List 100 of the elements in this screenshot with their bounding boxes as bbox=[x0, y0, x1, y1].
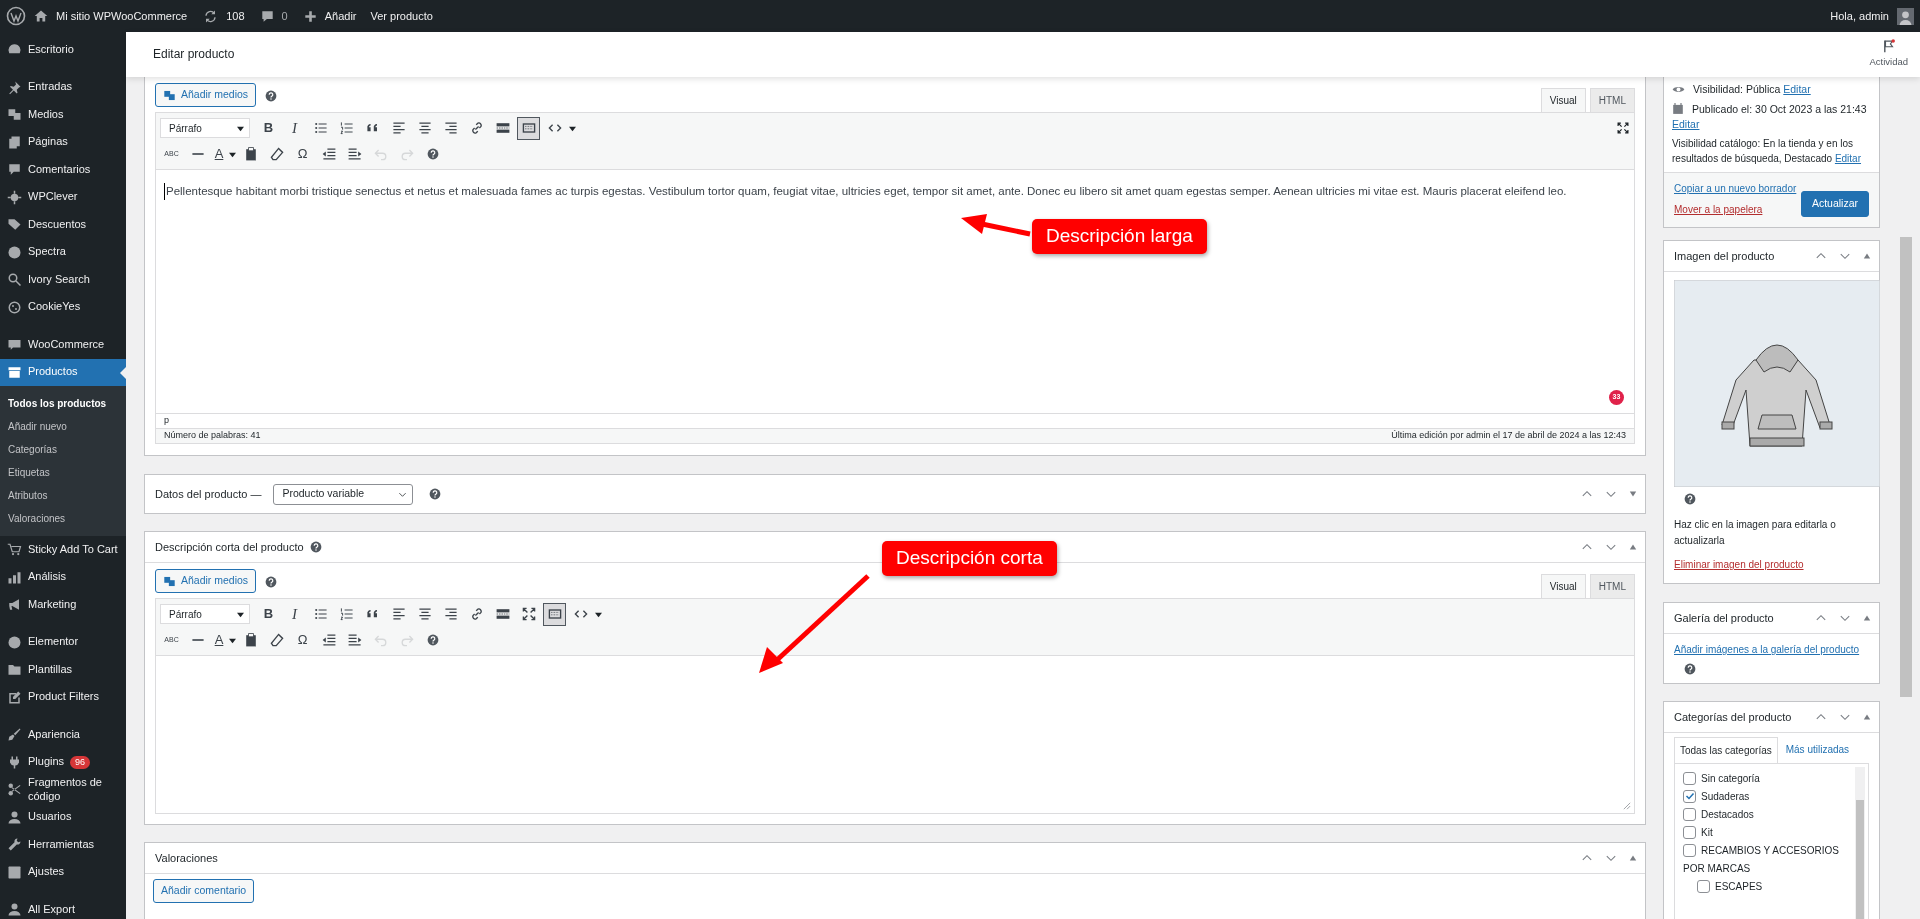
help-icon[interactable] bbox=[1684, 663, 1696, 675]
new-menu-link[interactable]: Añadir bbox=[324, 7, 357, 25]
sidebar-item[interactable]: Análisis bbox=[0, 563, 126, 591]
scrollbar-thumb[interactable] bbox=[1856, 800, 1864, 919]
sidebar-item[interactable]: Páginas bbox=[0, 128, 126, 156]
text-color-button[interactable]: A bbox=[212, 628, 226, 652]
checkbox[interactable] bbox=[1697, 879, 1710, 893]
sidebar-item[interactable]: Medios bbox=[0, 101, 126, 129]
sidebar-item[interactable]: Descuentos bbox=[0, 211, 126, 239]
sidebar-item[interactable]: WooCommerce bbox=[0, 331, 126, 359]
sidebar-item[interactable]: Ajustes bbox=[0, 858, 126, 886]
caret-icon[interactable] bbox=[229, 150, 236, 158]
list-scrollbar[interactable] bbox=[1855, 767, 1865, 919]
editor-tab[interactable]: HTML bbox=[1589, 574, 1635, 598]
read-more-icon[interactable] bbox=[494, 606, 511, 622]
scrollbar-thumb[interactable] bbox=[1900, 237, 1912, 697]
copy-draft-link[interactable]: Copiar a un nuevo borrador bbox=[1674, 181, 1797, 196]
keyboard-icon[interactable] bbox=[546, 606, 563, 622]
align-center-icon[interactable] bbox=[416, 120, 433, 136]
sidebar-item[interactable]: Plantillas bbox=[0, 656, 126, 684]
collapse-triangle-icon[interactable] bbox=[1863, 614, 1871, 622]
help-icon[interactable] bbox=[1684, 493, 1696, 505]
checkbox[interactable] bbox=[1683, 771, 1696, 785]
submenu-item[interactable]: Categorías bbox=[0, 438, 126, 461]
sidebar-item[interactable]: All Export bbox=[0, 896, 126, 919]
edit-link[interactable]: Editar bbox=[1783, 82, 1811, 95]
wordpress-logo-icon[interactable] bbox=[6, 6, 26, 26]
bullet-list-icon[interactable] bbox=[312, 606, 329, 622]
sidebar-item[interactable]: Ivory Search bbox=[0, 266, 126, 294]
align-left-icon[interactable] bbox=[390, 120, 407, 136]
read-more-icon[interactable] bbox=[494, 120, 511, 136]
plus-icon[interactable] bbox=[303, 9, 317, 23]
caret-icon[interactable] bbox=[569, 124, 576, 132]
collapse-triangle-icon[interactable] bbox=[1863, 713, 1871, 721]
resize-handle-icon[interactable] bbox=[1623, 802, 1631, 810]
fullscreen-icon[interactable] bbox=[1616, 121, 1630, 135]
eraser-icon[interactable] bbox=[268, 146, 285, 162]
updates-count[interactable]: 108 bbox=[226, 7, 245, 25]
sidebar-item[interactable]: Product Filters bbox=[0, 683, 126, 711]
special-character-button[interactable]: Ω bbox=[291, 142, 314, 166]
checkbox[interactable] bbox=[1683, 825, 1696, 839]
expand-triangle-icon[interactable] bbox=[1629, 490, 1637, 498]
italic-button[interactable]: I bbox=[283, 116, 306, 140]
editor-tab[interactable]: Visual bbox=[1540, 574, 1586, 598]
home-icon[interactable] bbox=[34, 9, 48, 23]
help-icon[interactable] bbox=[426, 148, 439, 160]
sidebar-item[interactable]: Plugins 96 bbox=[0, 748, 126, 776]
editor-tab[interactable]: HTML bbox=[1589, 88, 1635, 112]
submenu-item[interactable]: Todos los productos bbox=[0, 392, 126, 415]
greeting-link[interactable]: Hola, admin bbox=[1830, 7, 1889, 25]
category-tab[interactable]: Más utilizadas bbox=[1777, 737, 1858, 763]
outdent-icon[interactable] bbox=[320, 146, 337, 162]
align-right-icon[interactable] bbox=[442, 606, 459, 622]
sidebar-item[interactable]: Usuarios bbox=[0, 803, 126, 831]
collapse-triangle-icon[interactable] bbox=[1863, 252, 1871, 260]
keyboard-icon[interactable] bbox=[520, 120, 537, 136]
bold-button[interactable]: B bbox=[257, 602, 280, 626]
bullet-list-icon[interactable] bbox=[312, 120, 329, 136]
checkbox[interactable] bbox=[1683, 807, 1696, 821]
submenu-item[interactable]: Añadir nuevo bbox=[0, 415, 126, 438]
numbered-list-icon[interactable] bbox=[338, 606, 355, 622]
collapse-triangle-icon[interactable] bbox=[1629, 854, 1637, 862]
help-icon[interactable] bbox=[265, 90, 278, 102]
trash-link[interactable]: Mover a la papelera bbox=[1674, 202, 1797, 217]
edit-link[interactable]: Editar bbox=[1834, 153, 1861, 164]
add-media-button[interactable]: Añadir medios bbox=[155, 569, 257, 593]
update-button[interactable]: Actualizar bbox=[1800, 191, 1869, 217]
indent-icon[interactable] bbox=[346, 146, 363, 162]
refresh-icon[interactable] bbox=[203, 8, 219, 24]
view-product-link[interactable]: Ver producto bbox=[370, 7, 433, 25]
add-media-button[interactable]: Añadir medios bbox=[155, 83, 257, 107]
caret-icon[interactable] bbox=[237, 124, 244, 132]
collapse-triangle-icon[interactable] bbox=[1629, 543, 1637, 551]
align-left-icon[interactable] bbox=[390, 606, 407, 622]
special-character-button[interactable]: Ω bbox=[291, 628, 314, 652]
sidebar-item[interactable]: Elementor bbox=[0, 628, 126, 656]
sidebar-item[interactable]: Comentarios bbox=[0, 156, 126, 184]
help-icon[interactable] bbox=[309, 541, 322, 553]
comment-icon[interactable] bbox=[260, 9, 274, 23]
format-dropdown[interactable]: Párrafo bbox=[160, 118, 250, 138]
comments-count[interactable]: 0 bbox=[281, 7, 288, 25]
sidebar-item[interactable]: Escritorio bbox=[0, 36, 126, 64]
remove-image-link[interactable]: Eliminar imagen del producto bbox=[1674, 559, 1804, 570]
align-center-icon[interactable] bbox=[416, 606, 433, 622]
sidebar-item[interactable]: Entradas bbox=[0, 73, 126, 101]
avatar-icon[interactable] bbox=[1897, 7, 1914, 25]
caret-icon[interactable] bbox=[595, 610, 602, 618]
indent-icon[interactable] bbox=[346, 632, 363, 648]
italic-button[interactable]: I bbox=[283, 602, 306, 626]
site-name-link[interactable]: Mi sitio WPWooCommerce bbox=[56, 7, 188, 25]
help-icon[interactable] bbox=[265, 576, 278, 588]
submenu-item[interactable]: Atributos bbox=[0, 484, 126, 507]
sidebar-item[interactable]: Apariencia bbox=[0, 721, 126, 749]
help-icon[interactable] bbox=[429, 488, 442, 500]
sidebar-item[interactable]: Marketing bbox=[0, 591, 126, 619]
eraser-icon[interactable] bbox=[268, 632, 285, 648]
submenu-item[interactable]: Valoraciones bbox=[0, 507, 126, 530]
sidebar-item[interactable]: Fragmentos de código bbox=[0, 776, 126, 804]
product-type-select[interactable]: Producto variable bbox=[273, 483, 414, 505]
submenu-item[interactable]: Etiquetas bbox=[0, 461, 126, 484]
